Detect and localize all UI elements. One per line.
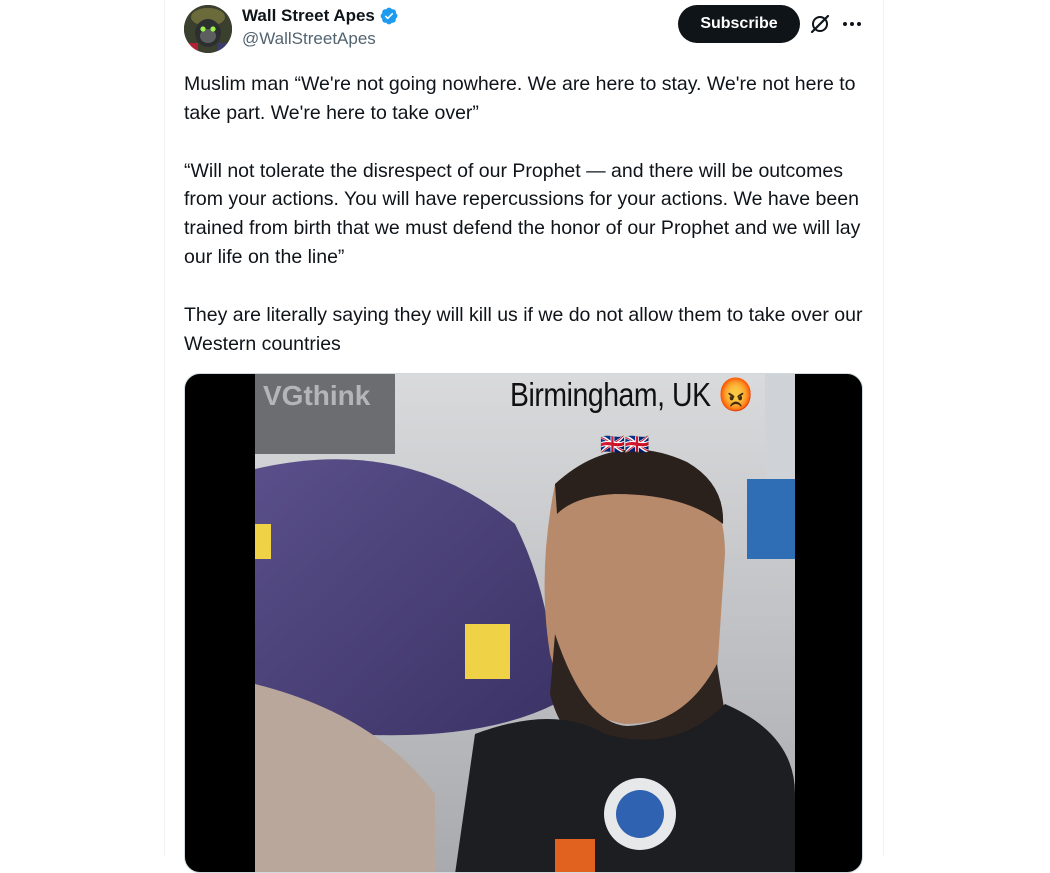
- column-border-right: [883, 0, 884, 856]
- author-handle[interactable]: @WallStreetApes: [242, 29, 399, 49]
- video-frame[interactable]: VGthink Birmingham, UK 😡 🇬🇧🇬🇧: [255, 374, 795, 872]
- video-watermark: VGthink: [263, 380, 371, 411]
- video-still-image: [255, 374, 795, 872]
- author-avatar[interactable]: [184, 5, 232, 53]
- video-overlay-flags: 🇬🇧🇬🇧: [600, 434, 650, 456]
- tweet-text: Muslim man “We're not going nowhere. We …: [184, 70, 864, 387]
- author-info: Wall Street Apes @WallStreetApes: [242, 6, 399, 49]
- tweet-page: Wall Street Apes @WallStreetApes Subscri…: [0, 0, 1050, 873]
- tweet-paragraph: “Will not tolerate the disrespect of our…: [184, 159, 861, 268]
- tweet-paragraph: Muslim man “We're not going nowhere. We …: [184, 73, 856, 124]
- video-overlay-title: Birmingham, UK 😡: [510, 376, 753, 413]
- video-player[interactable]: VGthink Birmingham, UK 😡 🇬🇧🇬🇧: [184, 373, 863, 873]
- tweet-header: Wall Street Apes @WallStreetApes Subscri…: [184, 0, 864, 60]
- column-border-left: [164, 0, 165, 856]
- verified-badge-icon[interactable]: [379, 6, 399, 26]
- name-row: Wall Street Apes: [242, 6, 399, 26]
- tweet-paragraph: They are literally saying they will kill…: [184, 303, 863, 355]
- gorilla-avatar-icon: [184, 5, 232, 53]
- more-options-icon[interactable]: [840, 12, 864, 36]
- grok-icon[interactable]: [808, 12, 832, 36]
- subscribe-button[interactable]: Subscribe: [678, 5, 800, 43]
- author-display-name[interactable]: Wall Street Apes: [242, 6, 375, 26]
